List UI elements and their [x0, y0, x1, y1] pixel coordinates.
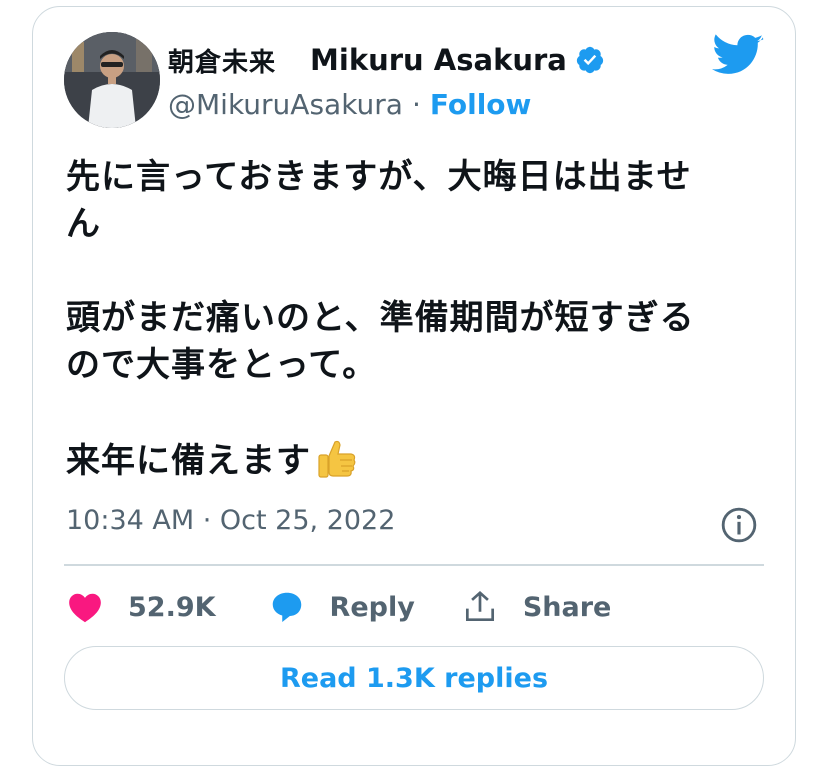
follow-button[interactable]: Follow [430, 88, 532, 121]
action-bar: 52.9K Reply Share [66, 585, 611, 629]
read-replies-button[interactable]: Read 1.3K replies [64, 646, 764, 710]
tweet-line: ので大事をとって。 [66, 345, 378, 385]
thumbs-up-emoji-icon [318, 440, 356, 478]
reply-button[interactable]: Reply [268, 588, 415, 626]
share-label: Share [522, 591, 612, 623]
twitter-bird-icon[interactable] [712, 34, 764, 78]
reply-label: Reply [329, 591, 415, 623]
like-button[interactable]: 52.9K [66, 588, 216, 626]
tweet-timestamp[interactable]: 10:34 AM · Oct 25, 2022 [66, 505, 395, 536]
separator-dot: · [411, 87, 421, 121]
divider [64, 564, 764, 566]
heart-icon [69, 593, 101, 623]
share-button[interactable]: Share [461, 588, 612, 626]
share-upload-icon [465, 590, 494, 622]
tweet-text: 先に言っておきますが、大晦日は出ませ ん 頭がまだ痛いのと、準備期間が短すぎる … [66, 154, 756, 485]
info-icon[interactable] [720, 506, 758, 544]
author-block: 朝倉未来 Mikuru Asakura @MikuruAsakura · Fol… [168, 40, 605, 124]
reply-bubble-icon [272, 592, 301, 623]
likes-count: 52.9K [128, 591, 216, 623]
tweet-line: 頭がまだ痛いのと、準備期間が短すぎる [66, 298, 695, 338]
tweet-line: 先に言っておきますが、大晦日は出ませ [66, 157, 692, 197]
author-name-en[interactable]: Mikuru Asakura [310, 43, 567, 77]
avatar[interactable] [64, 32, 160, 128]
tweet-line: ん [66, 204, 101, 244]
verified-badge-icon [576, 46, 603, 74]
author-name-jp[interactable]: 朝倉未来 [168, 42, 276, 79]
author-handle[interactable]: @MikuruAsakura [168, 88, 403, 121]
tweet-line: 来年に備えます [66, 441, 311, 481]
